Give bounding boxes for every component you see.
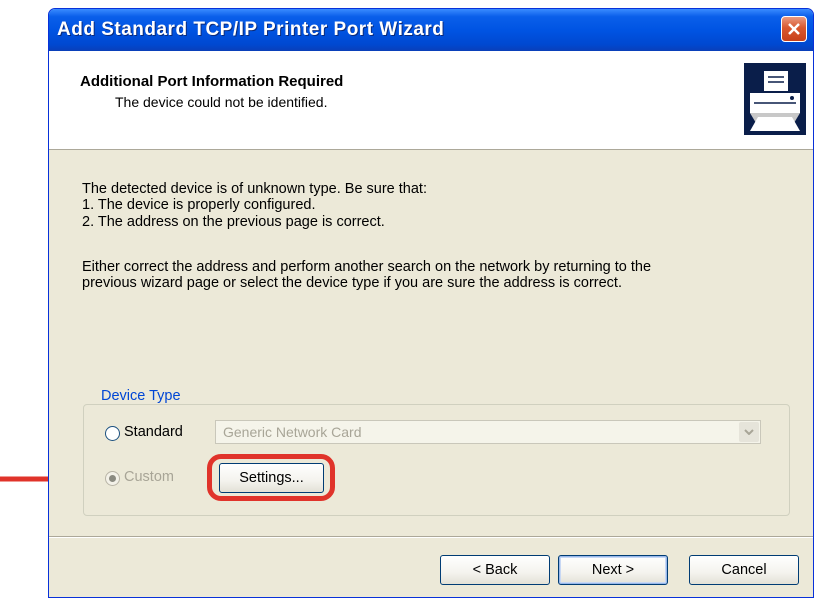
title-bar[interactable]: Add Standard TCP/IP Printer Port Wizard — [49, 9, 813, 51]
custom-radio-label[interactable]: Custom — [124, 469, 174, 485]
standard-radio[interactable] — [105, 426, 120, 441]
footer-separator — [49, 536, 813, 538]
body-paragraph-line-1: Either correct the address and perform a… — [82, 259, 652, 275]
header-subtitle: The device could not be identified. — [115, 94, 328, 110]
dropdown-button[interactable] — [739, 422, 759, 442]
back-button[interactable]: < Back — [440, 555, 550, 585]
chevron-down-icon — [744, 429, 754, 435]
close-icon — [788, 23, 800, 35]
next-button[interactable]: Next > — [558, 555, 668, 585]
body-line-1: The detected device is of unknown type. … — [82, 181, 427, 197]
settings-highlight — [207, 454, 335, 501]
standard-device-select[interactable]: Generic Network Card — [215, 420, 761, 444]
wizard-window: Add Standard TCP/IP Printer Port Wizard … — [48, 8, 814, 598]
standard-device-value: Generic Network Card — [223, 424, 362, 440]
body-paragraph-line-2: previous wizard page or select the devic… — [82, 275, 622, 291]
printer-icon — [744, 63, 806, 135]
body-line-3: 2. The address on the previous page is c… — [82, 214, 385, 230]
body-line-2: 1. The device is properly configured. — [82, 197, 316, 213]
custom-radio[interactable] — [105, 471, 120, 486]
wizard-header: Additional Port Information Required The… — [49, 51, 813, 150]
device-type-label: Device Type — [98, 388, 184, 404]
header-title: Additional Port Information Required — [80, 73, 344, 90]
window-title: Add Standard TCP/IP Printer Port Wizard — [57, 19, 445, 40]
cancel-button[interactable]: Cancel — [689, 555, 799, 585]
close-button[interactable] — [781, 16, 807, 42]
standard-radio-label[interactable]: Standard — [124, 424, 183, 440]
